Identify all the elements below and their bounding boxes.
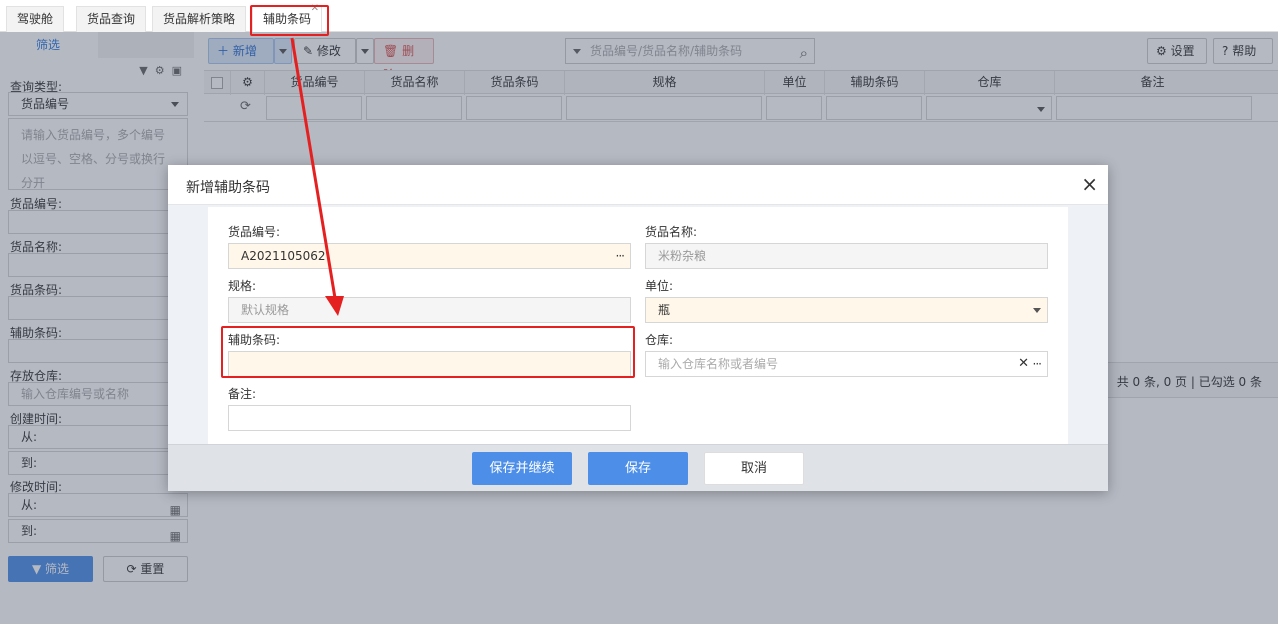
tab-goods-query[interactable]: 货品查询 (76, 6, 147, 32)
dialog-footer: 保存并继续 保存 取消 (168, 444, 1108, 491)
dialog-header: 新增辅助条码 × (168, 165, 1108, 205)
unit-select[interactable]: 瓶 (645, 297, 1048, 323)
spec-field: 默认规格 (228, 297, 631, 323)
clear-icon[interactable]: ✕ (1018, 352, 1029, 376)
goods-name-field: 米粉杂粮 (645, 243, 1048, 269)
more-icon[interactable]: ··· (616, 244, 626, 268)
dialog-title: 新增辅助条码 (186, 180, 270, 196)
tab-highlight-box (250, 5, 329, 36)
chevron-down-icon (1033, 308, 1041, 313)
dialog-body: 货品编号: A2021105062 ··· 货品名称: 米粉杂粮 规格: 默认规格… (168, 205, 1108, 444)
tab-cockpit[interactable]: 驾驶舱 (6, 6, 65, 32)
warehouse-field[interactable]: 输入仓库名称或者编号 ✕ ··· (645, 351, 1048, 377)
cancel-button[interactable]: 取消 (704, 452, 804, 485)
spec-label: 规格: (228, 279, 257, 293)
remark-field[interactable] (228, 405, 631, 431)
warehouse-label: 仓库: (645, 333, 674, 347)
tab-bar: 驾驶舱 货品查询 货品解析策略 辅助条码 ✕ (0, 0, 1278, 32)
goods-code-field[interactable]: A2021105062 ··· (228, 243, 631, 269)
save-and-continue-button[interactable]: 保存并继续 (472, 452, 572, 485)
remark-label: 备注: (228, 387, 257, 401)
goods-name-label: 货品名称: (645, 225, 698, 239)
tab-label: 货品解析策略 (163, 12, 236, 26)
goods-code-label: 货品编号: (228, 225, 281, 239)
tab-label: 货品查询 (87, 12, 136, 26)
more-icon[interactable]: ··· (1033, 352, 1043, 376)
close-icon[interactable]: × (1081, 172, 1098, 196)
tab-goods-parse-strategy[interactable]: 货品解析策略 (152, 6, 247, 32)
field-highlight-box (221, 326, 635, 378)
unit-label: 单位: (645, 279, 674, 293)
save-button[interactable]: 保存 (588, 452, 688, 485)
tab-label: 驾驶舱 (17, 12, 54, 26)
